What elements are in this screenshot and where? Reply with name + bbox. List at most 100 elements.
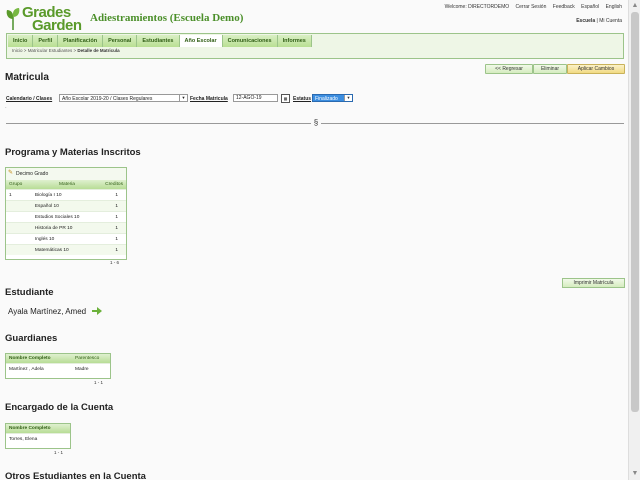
scroll-up-icon[interactable]: ▲ bbox=[630, 1, 640, 11]
app-title: Adiestramientos (Escuela Demo) bbox=[90, 12, 244, 24]
guardians-table: Nombre Completo Parentesco Martínez , Ad… bbox=[6, 354, 110, 374]
account-links: Escuela | Mi Cuenta bbox=[576, 18, 622, 24]
col-materia[interactable]: Materia bbox=[31, 180, 103, 190]
logo-text-line2: Garden bbox=[32, 17, 82, 34]
guardians-pager: 1 - 1 bbox=[94, 380, 104, 385]
guardians-heading: Guardianes bbox=[5, 333, 58, 344]
table-row[interactable]: Inglés 10 1 bbox=[6, 233, 126, 245]
cell-nombre: Torres, Elena bbox=[6, 433, 70, 444]
calendar-select[interactable]: Año Escolar 2019-20 / Clases Regulares ▼ bbox=[59, 94, 188, 102]
programs-pager: 1 - 6 bbox=[110, 260, 120, 265]
stray-dot: . bbox=[5, 104, 7, 110]
my-account-link[interactable]: Mi Cuenta bbox=[599, 18, 622, 24]
status-select[interactable]: Finalizado ▼ bbox=[312, 94, 353, 102]
cell-nombre: Martínez , Adela bbox=[6, 363, 72, 374]
account-separator: | bbox=[596, 18, 598, 24]
tab-perfil[interactable]: Perfil bbox=[33, 35, 59, 47]
calendar-select-value: Año Escolar 2019-20 / Clases Regulares bbox=[62, 96, 153, 102]
cell-creditos: 1 bbox=[102, 200, 126, 212]
student-name[interactable]: Ayala Martínez, Amed bbox=[8, 307, 86, 316]
cell-materia: Biología I 10 bbox=[31, 189, 103, 201]
feedback-link[interactable]: Feedback bbox=[553, 4, 575, 10]
cell-materia: Inglés 10 bbox=[31, 233, 103, 245]
table-row[interactable]: Estudios Sociales 10 1 bbox=[6, 211, 126, 223]
programs-heading: Programa y Materias Inscritos bbox=[5, 147, 141, 158]
table-row[interactable]: 1 Biología I 10 1 bbox=[6, 189, 126, 201]
apply-changes-button[interactable]: Aplicar Cambios bbox=[567, 64, 625, 74]
col-creditos[interactable]: Creditos bbox=[102, 180, 126, 190]
print-enrollment-button[interactable]: Imprimir Matrícula bbox=[562, 278, 625, 288]
cell-creditos: 1 bbox=[102, 244, 126, 255]
scrollbar-thumb[interactable] bbox=[631, 12, 639, 412]
table-row[interactable]: Español 10 1 bbox=[6, 200, 126, 212]
breadcrumb-home[interactable]: Inicio bbox=[12, 48, 23, 53]
student-heading: Estudiante bbox=[5, 287, 54, 298]
vertical-scrollbar[interactable]: ▲ ▼ bbox=[628, 0, 640, 480]
table-row[interactable]: Matemáticas 10 1 bbox=[6, 244, 126, 255]
tab-inicio[interactable]: Inicio bbox=[8, 35, 34, 47]
tab-planificacion[interactable]: Planificación bbox=[58, 35, 104, 47]
status-label: Estatus bbox=[293, 96, 312, 102]
cell-creditos: 1 bbox=[102, 233, 126, 245]
lang-en-link[interactable]: English bbox=[606, 4, 622, 10]
breadcrumb-current: Detalle de Matricula bbox=[77, 48, 120, 53]
account-owner-pager: 1 - 1 bbox=[54, 450, 64, 455]
grades-garden-logo[interactable]: Grades Garden bbox=[6, 4, 86, 34]
cell-creditos: 1 bbox=[102, 222, 126, 234]
cell-grupo bbox=[6, 200, 32, 212]
other-students-heading: Otros Estudiantes en la Cuenta bbox=[5, 471, 146, 480]
cell-grupo: 1 bbox=[6, 189, 32, 201]
back-button[interactable]: << Regresar bbox=[485, 64, 533, 74]
calendar-icon[interactable]: ▦ bbox=[281, 94, 290, 103]
tab-personal[interactable]: Personal bbox=[103, 35, 138, 47]
cell-parentesco: Madre bbox=[72, 363, 110, 374]
calendar-label: Calendario / Clases bbox=[6, 96, 53, 102]
col-nombre-completo[interactable]: Nombre Completo bbox=[6, 354, 72, 364]
cell-grupo bbox=[6, 211, 32, 223]
top-links: Welcome: DIRECTORDEMO Cerrar Sesión Feed… bbox=[440, 4, 622, 10]
programs-table-box: ✎ Decimo Grado Grupo Materia Creditos 1B… bbox=[5, 167, 127, 260]
tab-ano-escolar[interactable]: Año Escolar bbox=[179, 35, 223, 47]
scope-label: Escuela bbox=[576, 18, 596, 24]
cell-materia: Historia de PR 10 bbox=[31, 222, 103, 234]
arrow-right-icon[interactable] bbox=[92, 307, 102, 315]
tab-informes[interactable]: Informes bbox=[277, 35, 312, 47]
account-owner-table-box: Nombre Completo Torres, Elena bbox=[5, 423, 71, 449]
cell-grupo bbox=[6, 233, 32, 245]
cell-creditos: 1 bbox=[102, 189, 126, 201]
account-owner-table: Nombre Completo Torres, Elena bbox=[6, 424, 70, 444]
cell-grupo bbox=[6, 244, 32, 255]
leaf-icon bbox=[6, 8, 20, 30]
date-input[interactable]: 12-AGO-19 bbox=[233, 94, 278, 102]
nav-tabs: Inicio Perfil Planificación Personal Est… bbox=[8, 35, 312, 47]
guardians-table-box: Nombre Completo Parentesco Martínez , Ad… bbox=[5, 353, 111, 379]
tab-estudiantes[interactable]: Estudiantes bbox=[137, 35, 180, 47]
lang-es-link[interactable]: Español bbox=[581, 4, 599, 10]
welcome-text: Welcome: DIRECTORDEMO bbox=[444, 4, 510, 10]
cell-grupo bbox=[6, 222, 32, 234]
col-parentesco[interactable]: Parentesco bbox=[72, 354, 110, 364]
account-owner-heading: Encargado de la Cuenta bbox=[5, 402, 114, 413]
program-name: Decimo Grado bbox=[16, 171, 49, 177]
table-row[interactable]: Martínez , Adela Madre bbox=[6, 363, 110, 374]
cell-creditos: 1 bbox=[102, 211, 126, 223]
col-grupo[interactable]: Grupo bbox=[6, 180, 32, 190]
chevron-down-icon: ▼ bbox=[179, 95, 187, 101]
tab-comunicaciones[interactable]: Comunicaciones bbox=[222, 35, 278, 47]
table-row[interactable]: Historia de PR 10 1 bbox=[6, 222, 126, 234]
section-divider-mark: § bbox=[311, 118, 321, 127]
pencil-icon[interactable]: ✎ bbox=[8, 170, 14, 177]
breadcrumb-parent[interactable]: Matricular Estudiantes bbox=[28, 48, 73, 53]
main-nav: Inicio Perfil Planificación Personal Est… bbox=[6, 33, 624, 59]
page: Grades Garden Adiestramientos (Escuela D… bbox=[0, 0, 628, 480]
scroll-down-icon[interactable]: ▼ bbox=[630, 469, 640, 479]
breadcrumb-sep: > bbox=[73, 48, 77, 53]
delete-button[interactable]: Eliminar bbox=[533, 64, 567, 74]
table-row[interactable]: Torres, Elena bbox=[6, 433, 70, 444]
logout-link[interactable]: Cerrar Sesión bbox=[516, 4, 547, 10]
breadcrumb: Inicio > Matricular Estudiantes > Detall… bbox=[12, 48, 120, 53]
cell-materia: Español 10 bbox=[31, 200, 103, 212]
programs-table: Grupo Materia Creditos 1 Biología I 10 1 E… bbox=[6, 180, 126, 255]
cell-materia: Estudios Sociales 10 bbox=[31, 211, 103, 223]
col-nombre-completo[interactable]: Nombre Completo bbox=[6, 424, 70, 434]
